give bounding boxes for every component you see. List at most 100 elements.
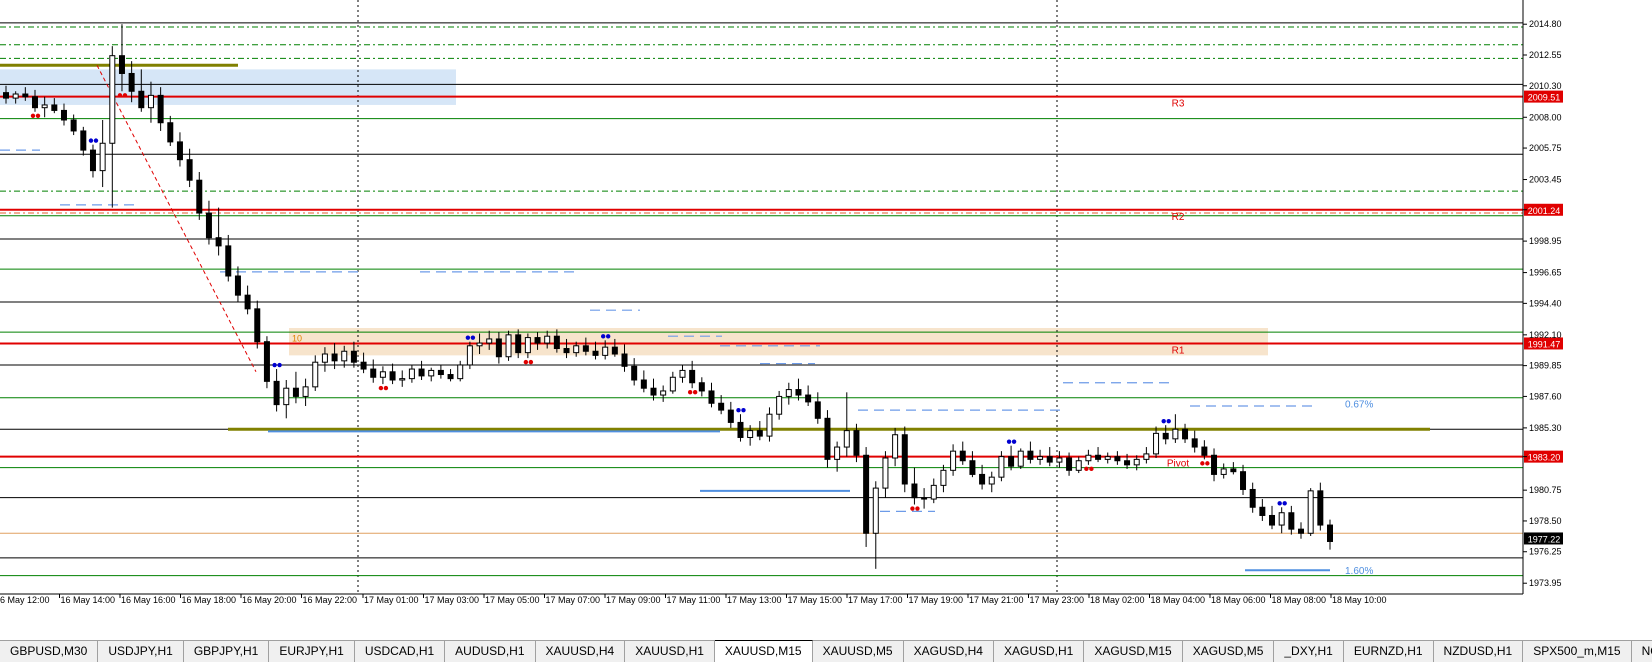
candle-bear [350,350,357,363]
time-tick-label: 17 May 19:00 [909,595,964,605]
candle-bull [679,369,686,378]
candle-bull [602,346,609,356]
price-tick-label: 2008.00 [1529,112,1562,122]
candle-bear [582,345,589,352]
tab-xauusd-m5[interactable]: XAUUSD,M5 [813,641,904,662]
candle-bear [89,149,96,172]
candle-bear [969,460,976,475]
candle-bear [621,353,628,367]
tab-spx500-m-m15[interactable]: SPX500_m,M15 [1523,641,1632,662]
tab-xagusd-m15[interactable]: XAGUSD,M15 [1084,641,1183,662]
candle-bear [805,394,812,403]
trend-line-dashed [96,65,257,373]
candle-bull [573,345,580,354]
signal-dot-red [1084,466,1089,472]
tab-xagusd-h1[interactable]: XAGUSD,H1 [994,641,1085,662]
signal-dot-red [383,385,389,391]
tab-xagusd-m5[interactable]: XAGUSD,M5 [1183,641,1275,662]
time-tick-label: 17 May 03:00 [425,595,480,605]
candle-bear [234,275,241,296]
candle-bear [292,387,299,397]
candle-bear [1124,460,1131,466]
candle-bear [80,130,87,151]
signal-dot-red [1200,461,1205,466]
candle-bear [1288,512,1295,530]
candle-bear [1162,432,1169,440]
time-tick-label: 17 May 17:00 [848,595,903,605]
candle-bull [1153,432,1160,455]
candle-bear [611,346,618,355]
price-tick-label: 1978.50 [1529,516,1562,526]
candle-bear [70,119,77,132]
candle-bull [99,142,106,172]
candle-bull [12,93,19,99]
candle-bull [466,345,473,366]
price-tag-text-pivot: 1983.20 [1528,453,1561,463]
price-tick-label: 1992.10 [1529,330,1562,340]
time-tick-label: 18 May 08:00 [1272,595,1327,605]
candle-bear [824,417,831,460]
tab-nzdusd-h1[interactable]: NZDUSD,H1 [1434,641,1524,662]
candle-bear [708,390,715,404]
time-tick-label: 17 May 01:00 [364,595,419,605]
time-tick-label: 16 May 18:00 [182,595,237,605]
price-chart[interactable]: R3 2009.51 R2 2001.24 R1 1991.47 Pivot 1983.20 0… [0,0,1652,661]
tab-gbpusd-m30[interactable]: GBPUSD,M30 [0,641,99,662]
candle-bear [205,212,212,239]
signal-dot-red [692,390,698,395]
tab-eurnzd-h1[interactable]: EURNZD,H1 [1344,641,1434,662]
pivot-label-r1: R1 [1172,345,1185,356]
candle-bear [360,361,367,370]
candle-bull [147,94,154,109]
candle-bear [1230,468,1237,473]
tab-xauusd-h4[interactable]: XAUUSD,H4 [536,641,626,662]
candle-bull [544,335,551,344]
tab-usdjpy-h1[interactable]: USDJPY,H1 [98,641,184,662]
signal-dot-blue [1011,439,1017,444]
time-tick-label: 16 May 14:00 [61,595,116,605]
chart-canvas[interactable]: R3 2009.51 R2 2001.24 R1 1991.47 Pivot 1983.20 0… [0,0,1652,640]
candle-bear [244,294,251,310]
time-tick-label: 17 May 05:00 [485,595,540,605]
candle-bull [872,487,879,534]
candle-bear [631,365,638,381]
signal-dot-red [378,385,384,391]
candle-bull [998,456,1005,478]
time-tick-label: 17 May 13:00 [727,595,782,605]
signal-dot-blue [1282,501,1287,506]
tab-usdcad-h1[interactable]: USDCAD,H1 [355,641,446,662]
candle-bull [988,476,995,485]
signal-dot-blue [1161,418,1166,424]
price-tick-label: 1985.30 [1529,423,1562,433]
signal-dot-blue [470,335,476,340]
candle-bull [302,386,309,397]
candle-bull [843,430,850,448]
candle-bull [1056,457,1063,463]
signal-dot-blue [93,138,99,143]
time-tick-label: 16 May 20:00 [242,595,297,605]
tab-xauusd-h1[interactable]: XAUUSD,H1 [625,641,715,662]
signal-dot-blue [736,408,741,413]
candle-bear [959,450,966,462]
signal-dot-red [1089,466,1094,472]
tab-gbpjpy-h1[interactable]: GBPJPY,H1 [184,641,270,662]
tab-xauusd-m15[interactable]: XAUUSD,M15 [714,640,813,662]
candle-bull [1143,453,1150,460]
tab--dxy-h1[interactable]: _DXY,H1 [1274,641,1344,662]
candle-bull [524,337,531,354]
price-tick-label: 2005.75 [1529,143,1562,153]
candle-bear [650,387,657,396]
price-tag-text-r3: 2009.51 [1528,93,1561,103]
candle-bear [118,55,125,74]
price-tick-label: 1976.25 [1529,547,1562,557]
tab-audusd-h1[interactable]: AUDUSD,H1 [445,641,536,662]
candle-bull [940,469,947,486]
tab-eurjpy-h1[interactable]: EURJPY,H1 [269,641,355,662]
candle-bear [698,382,705,392]
tab-nq100-m-h1[interactable]: NQ100_m,H1 [1632,641,1652,662]
tab-xagusd-h4[interactable]: XAGUSD,H4 [904,641,994,662]
candle-bear [176,141,183,161]
candle-bear [534,337,541,344]
candle-bull [1172,428,1179,440]
candle-bear [138,90,145,109]
